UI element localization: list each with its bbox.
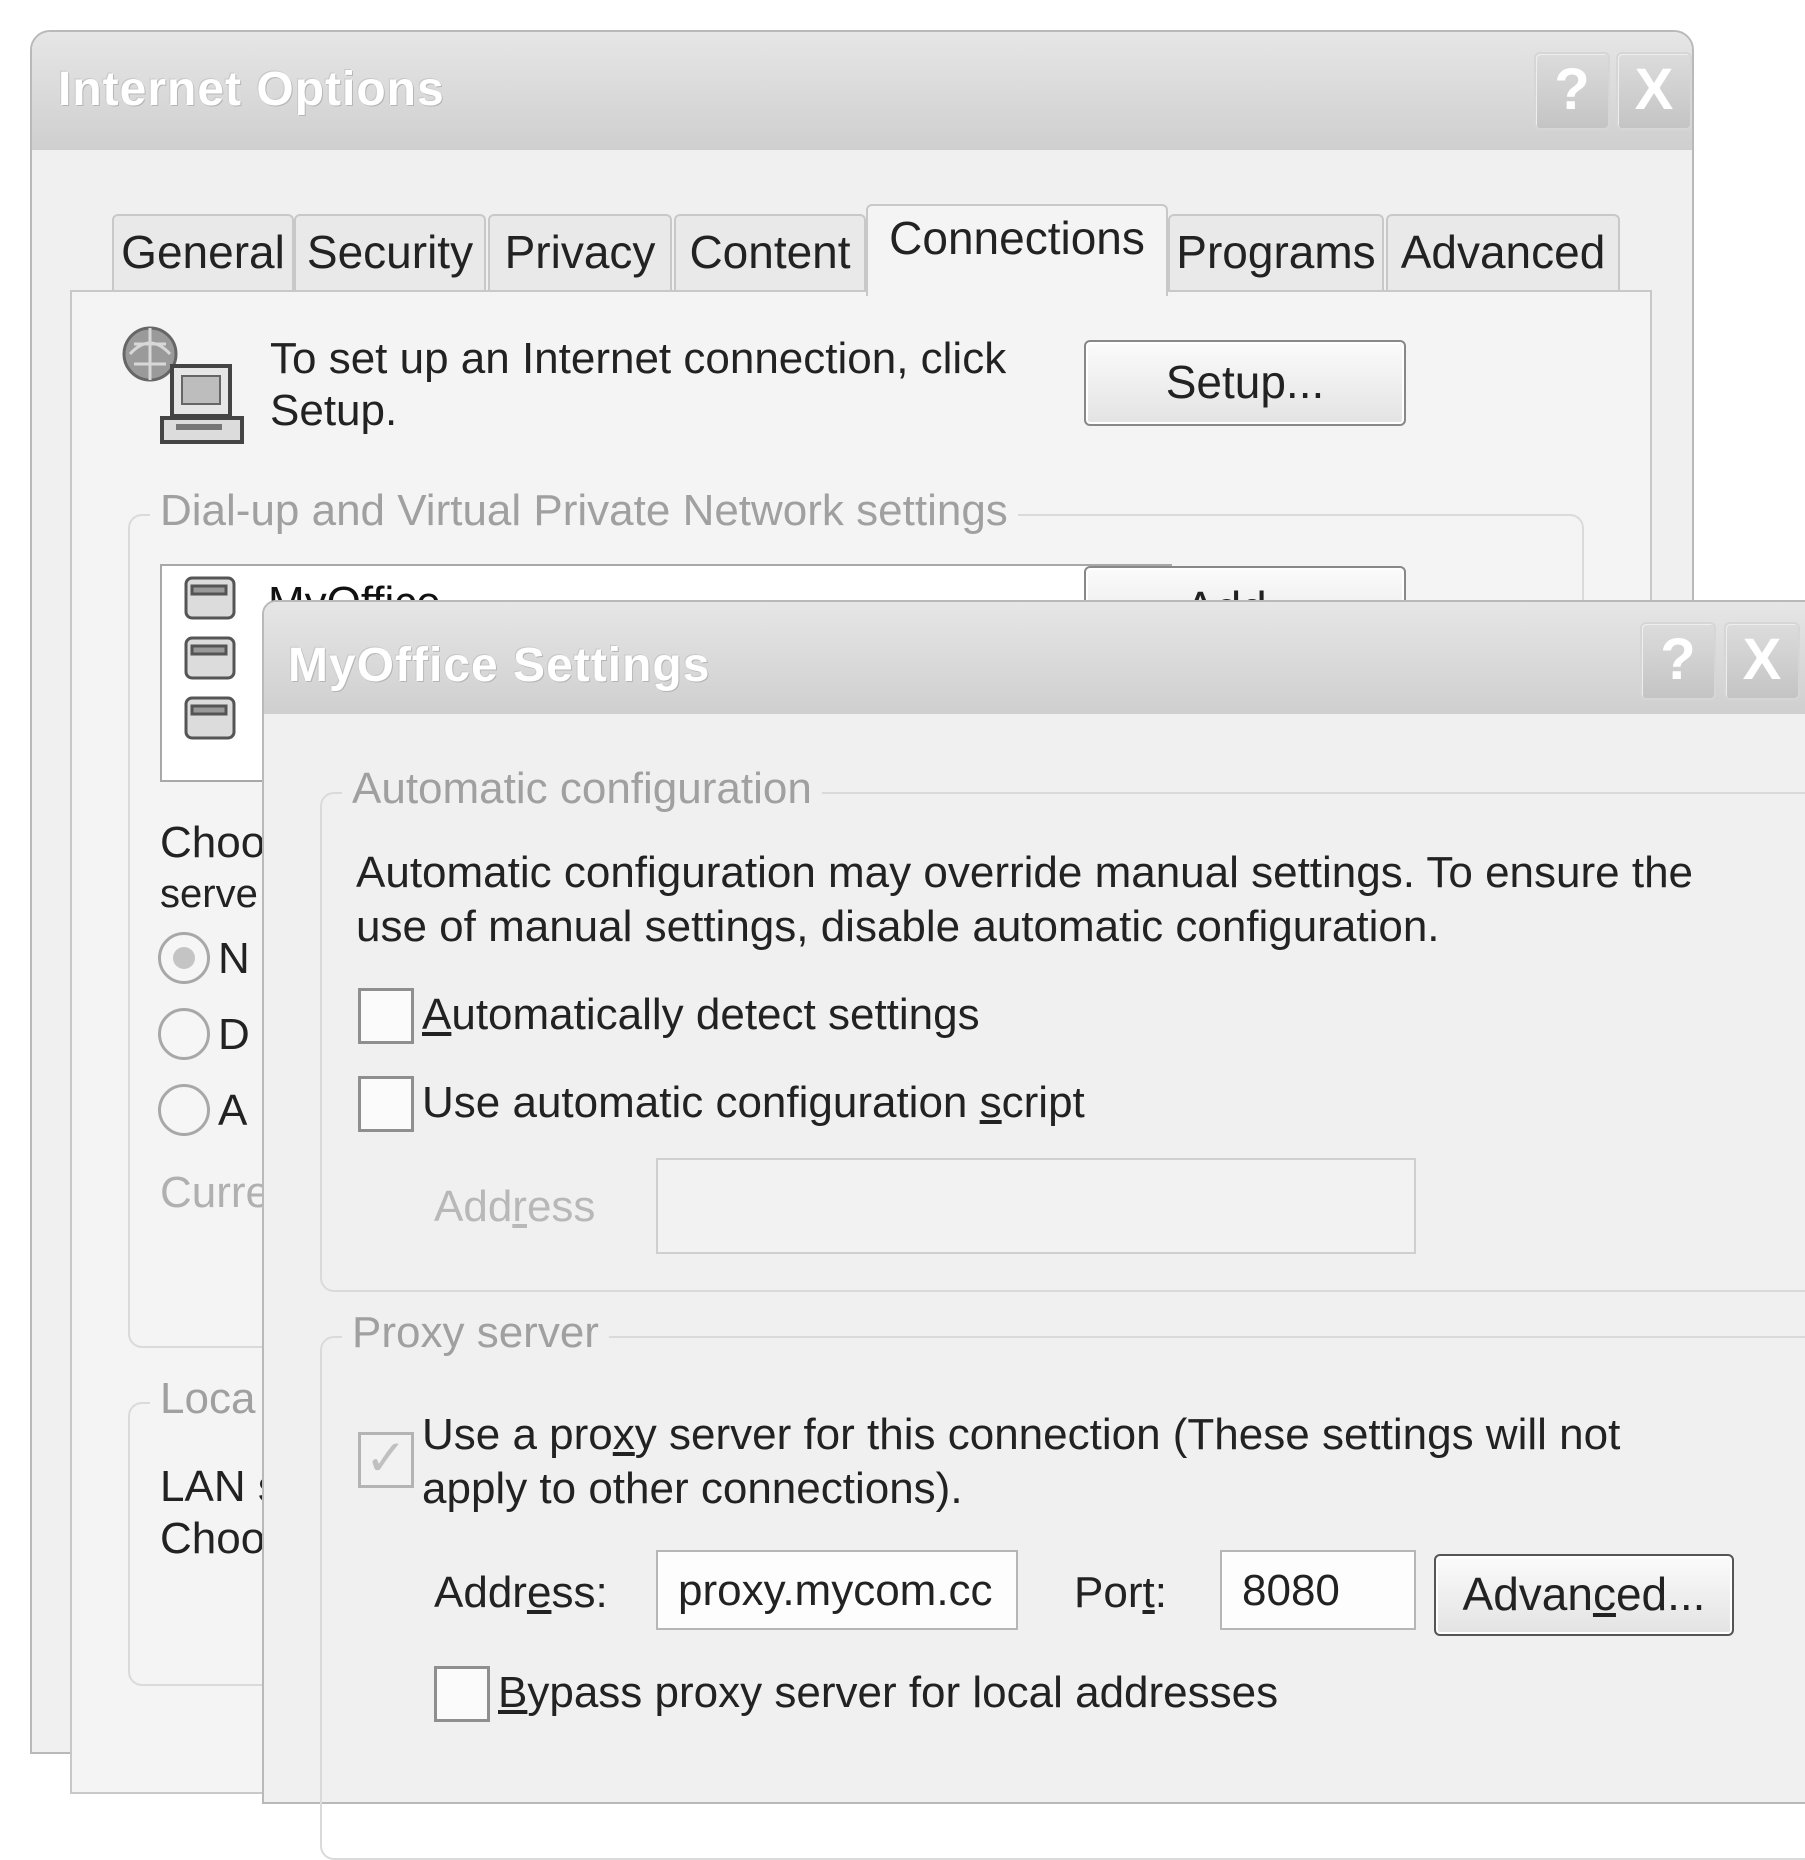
tab-general[interactable]: General xyxy=(112,214,294,292)
advanced-proxy-pre: Advan xyxy=(1462,1568,1593,1620)
bypass-local-checkbox[interactable] xyxy=(434,1666,490,1722)
use-proxy-checkbox[interactable] xyxy=(358,1429,414,1488)
myoffice-settings-titlebar[interactable]: MyOffice Settings ? X xyxy=(264,602,1805,714)
lan-settings-group-label: Loca xyxy=(150,1374,266,1424)
lan-text-line2: Choo xyxy=(160,1514,266,1563)
auto-detect-label: Automatically detect settings xyxy=(422,990,980,1040)
auto-config-description-line2: use of manual settings, disable automati… xyxy=(356,902,1440,951)
tab-connections[interactable]: Connections xyxy=(866,204,1168,296)
choose-text-line2: serve xyxy=(160,872,258,916)
help-button[interactable]: ? xyxy=(1534,52,1610,130)
radio-always-dial[interactable] xyxy=(158,1084,210,1136)
proxy-port-accel: t xyxy=(1142,1568,1155,1617)
close-icon: X xyxy=(1634,57,1674,122)
close-icon: X xyxy=(1742,627,1782,692)
radio-dial-whenever[interactable] xyxy=(158,1008,210,1060)
auto-script-accel: s xyxy=(979,1078,1002,1127)
auto-detect-accel: A xyxy=(422,990,452,1039)
proxy-address-label: Address: xyxy=(434,1568,608,1618)
settings-window-title: MyOffice Settings xyxy=(288,639,711,692)
tab-programs[interactable]: Programs xyxy=(1168,214,1384,292)
tab-advanced[interactable]: Advanced xyxy=(1386,214,1620,292)
use-proxy-accel: x xyxy=(612,1410,635,1459)
auto-detect-label-rest: utomatically detect settings xyxy=(451,990,980,1039)
current-default-label: Curre xyxy=(160,1168,271,1217)
radio-always-dial-label: A xyxy=(218,1086,248,1135)
dialup-vpn-group-label: Dial-up and Virtual Private Network sett… xyxy=(150,486,1018,536)
proxy-port-label-pre: Por xyxy=(1074,1568,1143,1617)
proxy-port-input[interactable]: 8080 xyxy=(1220,1550,1416,1630)
proxy-address-accel: e xyxy=(526,1568,552,1617)
radio-dial-whenever-label: D xyxy=(218,1010,250,1059)
script-address-label: Address xyxy=(434,1182,595,1232)
tab-security[interactable]: Security xyxy=(294,214,486,292)
script-address-label-post: ess xyxy=(526,1182,596,1231)
bypass-local-accel: B xyxy=(498,1668,528,1717)
tab-content[interactable]: Content xyxy=(674,214,866,292)
internet-options-titlebar[interactable]: Internet Options ? X xyxy=(32,32,1692,150)
auto-script-label-pre: Use automatic configuration xyxy=(422,1078,980,1127)
auto-script-label: Use automatic configuration script xyxy=(422,1078,1085,1128)
proxy-server-label: Proxy server xyxy=(342,1308,609,1358)
radio-never-dial[interactable] xyxy=(158,932,210,984)
bypass-local-label-rest: ypass proxy server for local addresses xyxy=(527,1668,1279,1717)
proxy-address-input[interactable]: proxy.mycom.cc xyxy=(656,1550,1018,1630)
proxy-port-label-post: : xyxy=(1154,1568,1167,1617)
close-button[interactable]: X xyxy=(1616,52,1692,130)
use-proxy-label-pre: Use a pro xyxy=(422,1410,613,1459)
advanced-proxy-accel: c xyxy=(1592,1568,1616,1620)
script-address-accel: r xyxy=(512,1182,527,1231)
auto-script-checkbox[interactable] xyxy=(358,1076,414,1132)
window-title: Internet Options xyxy=(58,63,445,116)
dialup-connection-icon xyxy=(184,576,236,740)
settings-help-button[interactable]: ? xyxy=(1640,622,1716,700)
auto-config-description-line1: Automatic configuration may override man… xyxy=(356,848,1694,897)
automatic-configuration-label: Automatic configuration xyxy=(342,764,822,814)
network-connection-icon xyxy=(120,322,260,452)
setup-button[interactable]: Setup... xyxy=(1084,340,1406,426)
bypass-local-label: Bypass proxy server for local addresses xyxy=(498,1668,1278,1718)
proxy-address-label-post: ss: xyxy=(551,1568,608,1617)
proxy-port-label: Port: xyxy=(1074,1568,1167,1618)
settings-close-button[interactable]: X xyxy=(1724,622,1800,700)
auto-script-label-post: cript xyxy=(1001,1078,1085,1127)
use-proxy-label-line2: apply to other connections). xyxy=(422,1464,963,1513)
setup-instruction-line1: To set up an Internet connection, click xyxy=(270,334,1007,383)
advanced-proxy-post: ed... xyxy=(1615,1568,1706,1620)
auto-detect-checkbox[interactable] xyxy=(358,988,414,1044)
tab-privacy[interactable]: Privacy xyxy=(488,214,672,292)
script-address-label-pre: Add xyxy=(434,1182,513,1231)
use-proxy-label-post: y server for this connection (These sett… xyxy=(634,1410,1621,1459)
proxy-address-label-pre: Addr xyxy=(434,1568,527,1617)
advanced-proxy-button[interactable]: Advanced... xyxy=(1434,1554,1734,1636)
choose-text-line1: Choo xyxy=(160,818,266,867)
help-icon: ? xyxy=(1554,57,1590,122)
setup-instruction-line2: Setup. xyxy=(270,386,398,435)
use-proxy-label-line1: Use a proxy server for this connection (… xyxy=(422,1410,1620,1460)
script-address-input[interactable] xyxy=(656,1158,1416,1254)
myoffice-settings-window: MyOffice Settings ? X Automatic configur… xyxy=(262,600,1805,1860)
radio-never-dial-label: N xyxy=(218,934,250,983)
help-icon: ? xyxy=(1660,627,1696,692)
